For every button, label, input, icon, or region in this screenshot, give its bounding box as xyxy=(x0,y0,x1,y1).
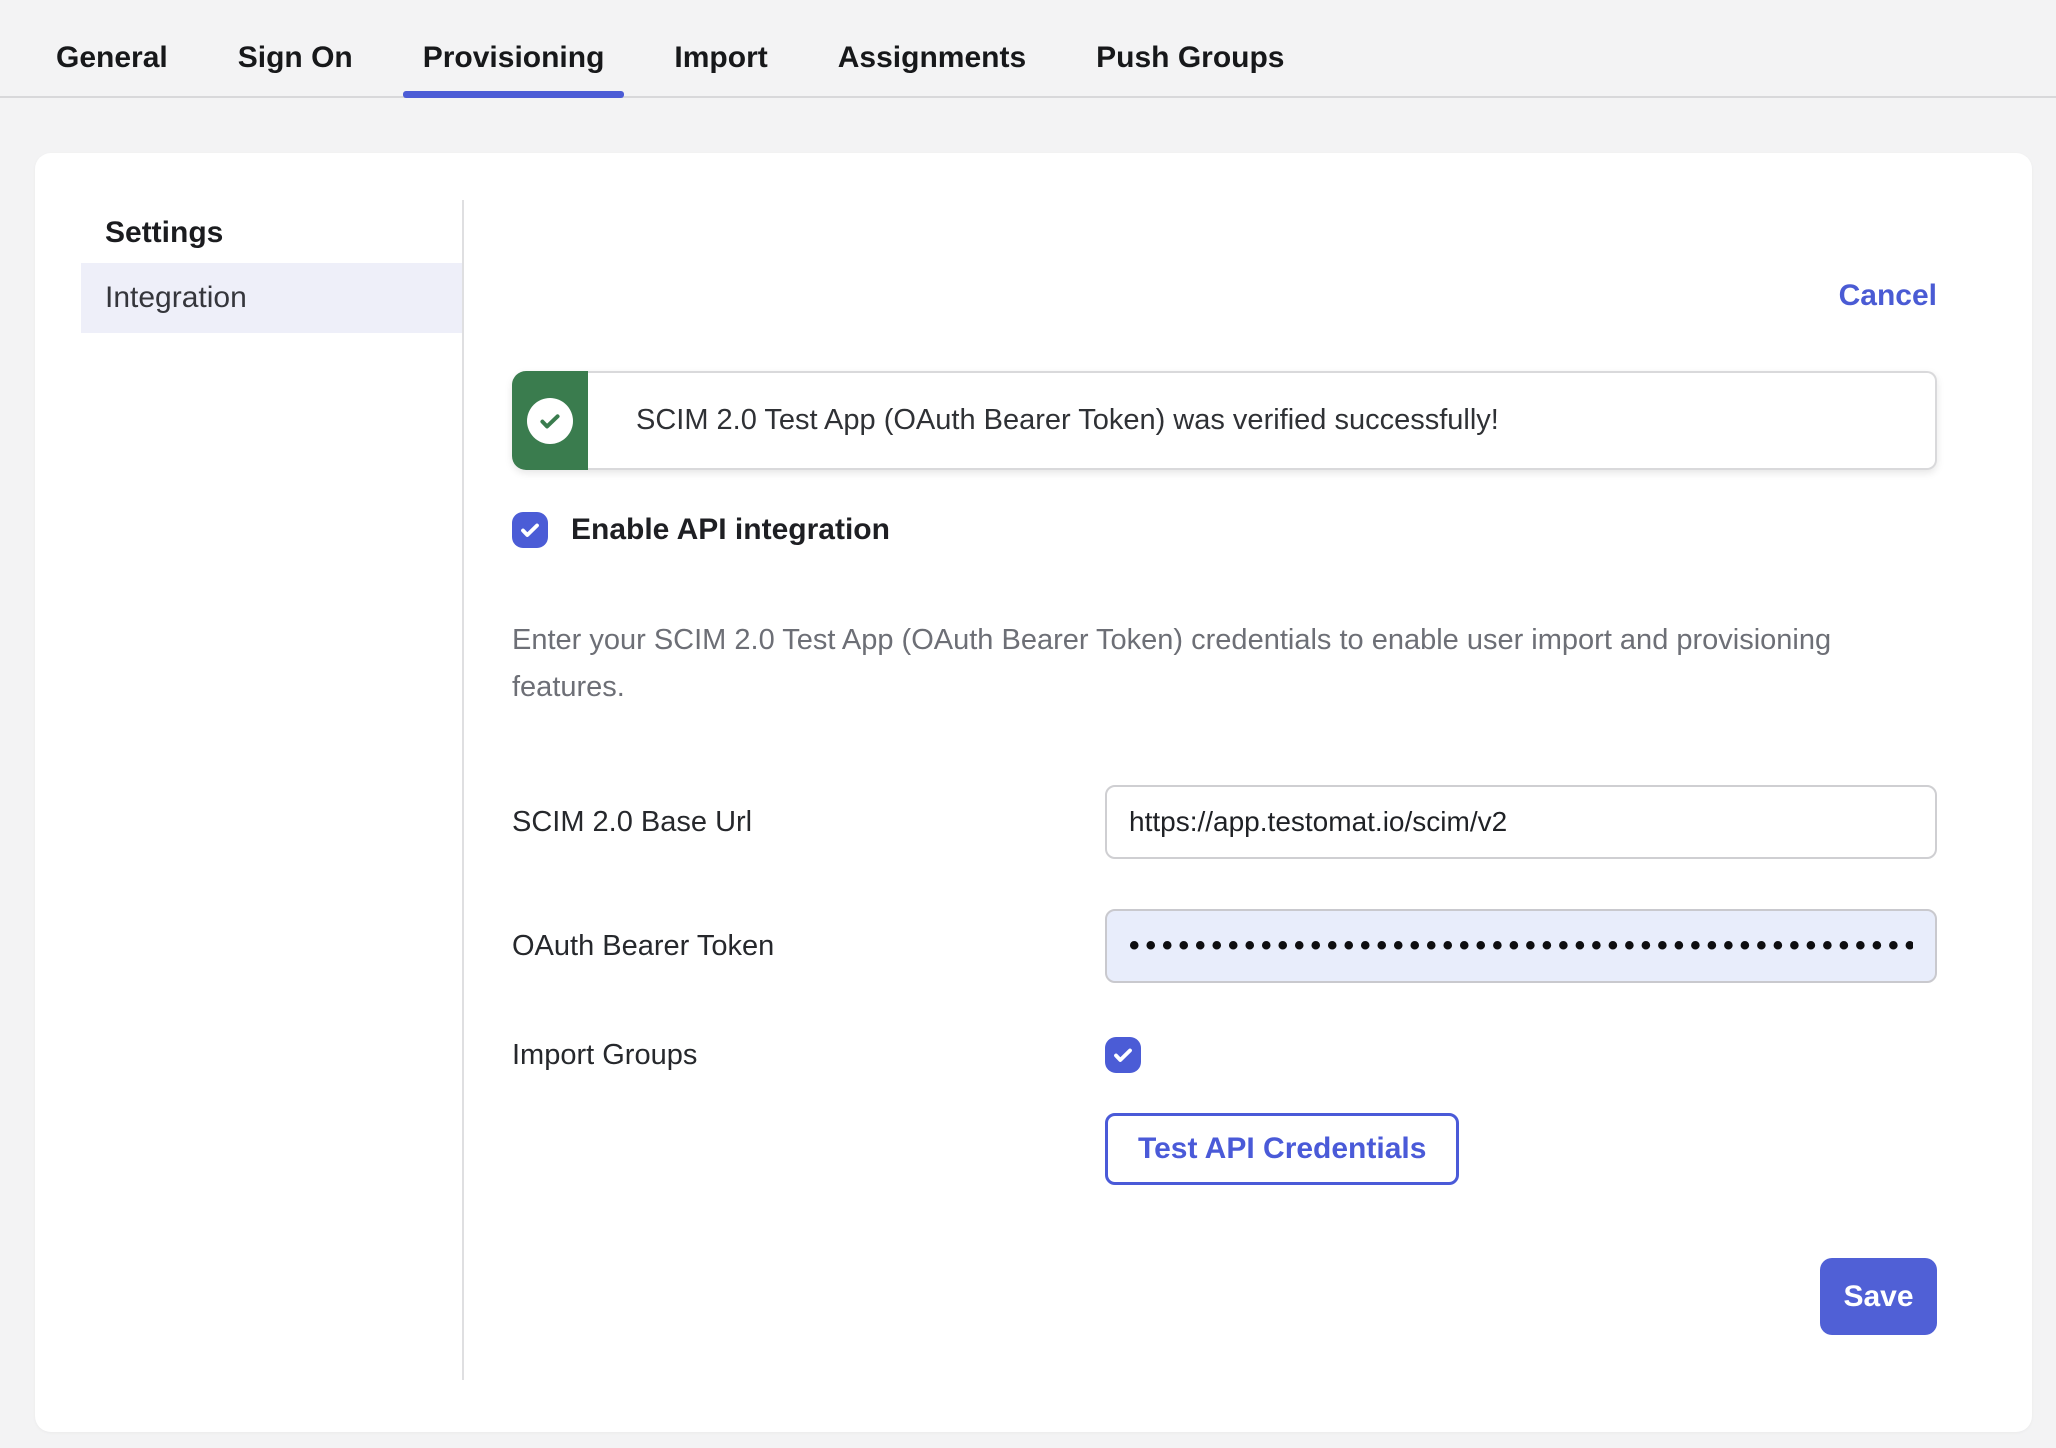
tab-provisioning[interactable]: Provisioning xyxy=(403,20,625,96)
success-banner-accent xyxy=(512,371,588,470)
base-url-label: SCIM 2.0 Base Url xyxy=(512,806,1105,839)
sidebar-item-integration[interactable]: Integration xyxy=(81,263,462,333)
import-groups-checkbox[interactable] xyxy=(1105,1037,1141,1073)
credentials-description: Enter your SCIM 2.0 Test App (OAuth Bear… xyxy=(512,617,1932,711)
settings-sidebar: Settings Integration xyxy=(35,153,462,1432)
sidebar-heading: Settings xyxy=(105,215,462,251)
token-input[interactable] xyxy=(1105,909,1937,983)
check-icon xyxy=(518,518,542,542)
import-groups-label: Import Groups xyxy=(512,1039,1105,1072)
check-icon xyxy=(1111,1043,1135,1067)
base-url-row: SCIM 2.0 Base Url xyxy=(512,785,1937,859)
base-url-input[interactable] xyxy=(1105,785,1937,859)
tab-import[interactable]: Import xyxy=(654,20,787,96)
sidebar-divider xyxy=(462,200,464,1380)
token-row: OAuth Bearer Token xyxy=(512,909,1937,983)
test-credentials-row: Test API Credentials xyxy=(512,1113,1937,1185)
enable-api-row: Enable API integration xyxy=(512,512,1937,548)
integration-panel: Cancel SCIM 2.0 Test App (OAuth Bearer T… xyxy=(462,153,2032,1432)
enable-api-label: Enable API integration xyxy=(571,513,890,547)
sidebar-item-label: Integration xyxy=(105,281,247,315)
save-button[interactable]: Save xyxy=(1820,1258,1937,1335)
credentials-form: SCIM 2.0 Base Url OAuth Bearer Token Imp… xyxy=(512,785,1937,1185)
cancel-row: Cancel xyxy=(512,279,1937,315)
app-tab-bar: General Sign On Provisioning Import Assi… xyxy=(0,0,2056,98)
tab-general[interactable]: General xyxy=(36,20,188,96)
provisioning-card: Settings Integration Cancel SCIM 2.0 Tes… xyxy=(35,153,2032,1432)
save-row: Save xyxy=(512,1258,1937,1335)
success-banner: SCIM 2.0 Test App (OAuth Bearer Token) w… xyxy=(512,371,1937,470)
success-message: SCIM 2.0 Test App (OAuth Bearer Token) w… xyxy=(588,371,1937,470)
tab-assignments[interactable]: Assignments xyxy=(818,20,1046,96)
check-circle-icon xyxy=(527,398,573,444)
tab-sign-on[interactable]: Sign On xyxy=(218,20,373,96)
token-label: OAuth Bearer Token xyxy=(512,930,1105,963)
test-api-credentials-button[interactable]: Test API Credentials xyxy=(1105,1113,1459,1185)
import-groups-row: Import Groups xyxy=(512,1037,1937,1073)
tab-push-groups[interactable]: Push Groups xyxy=(1076,20,1304,96)
cancel-link[interactable]: Cancel xyxy=(1839,279,1937,312)
enable-api-checkbox[interactable] xyxy=(512,512,548,548)
